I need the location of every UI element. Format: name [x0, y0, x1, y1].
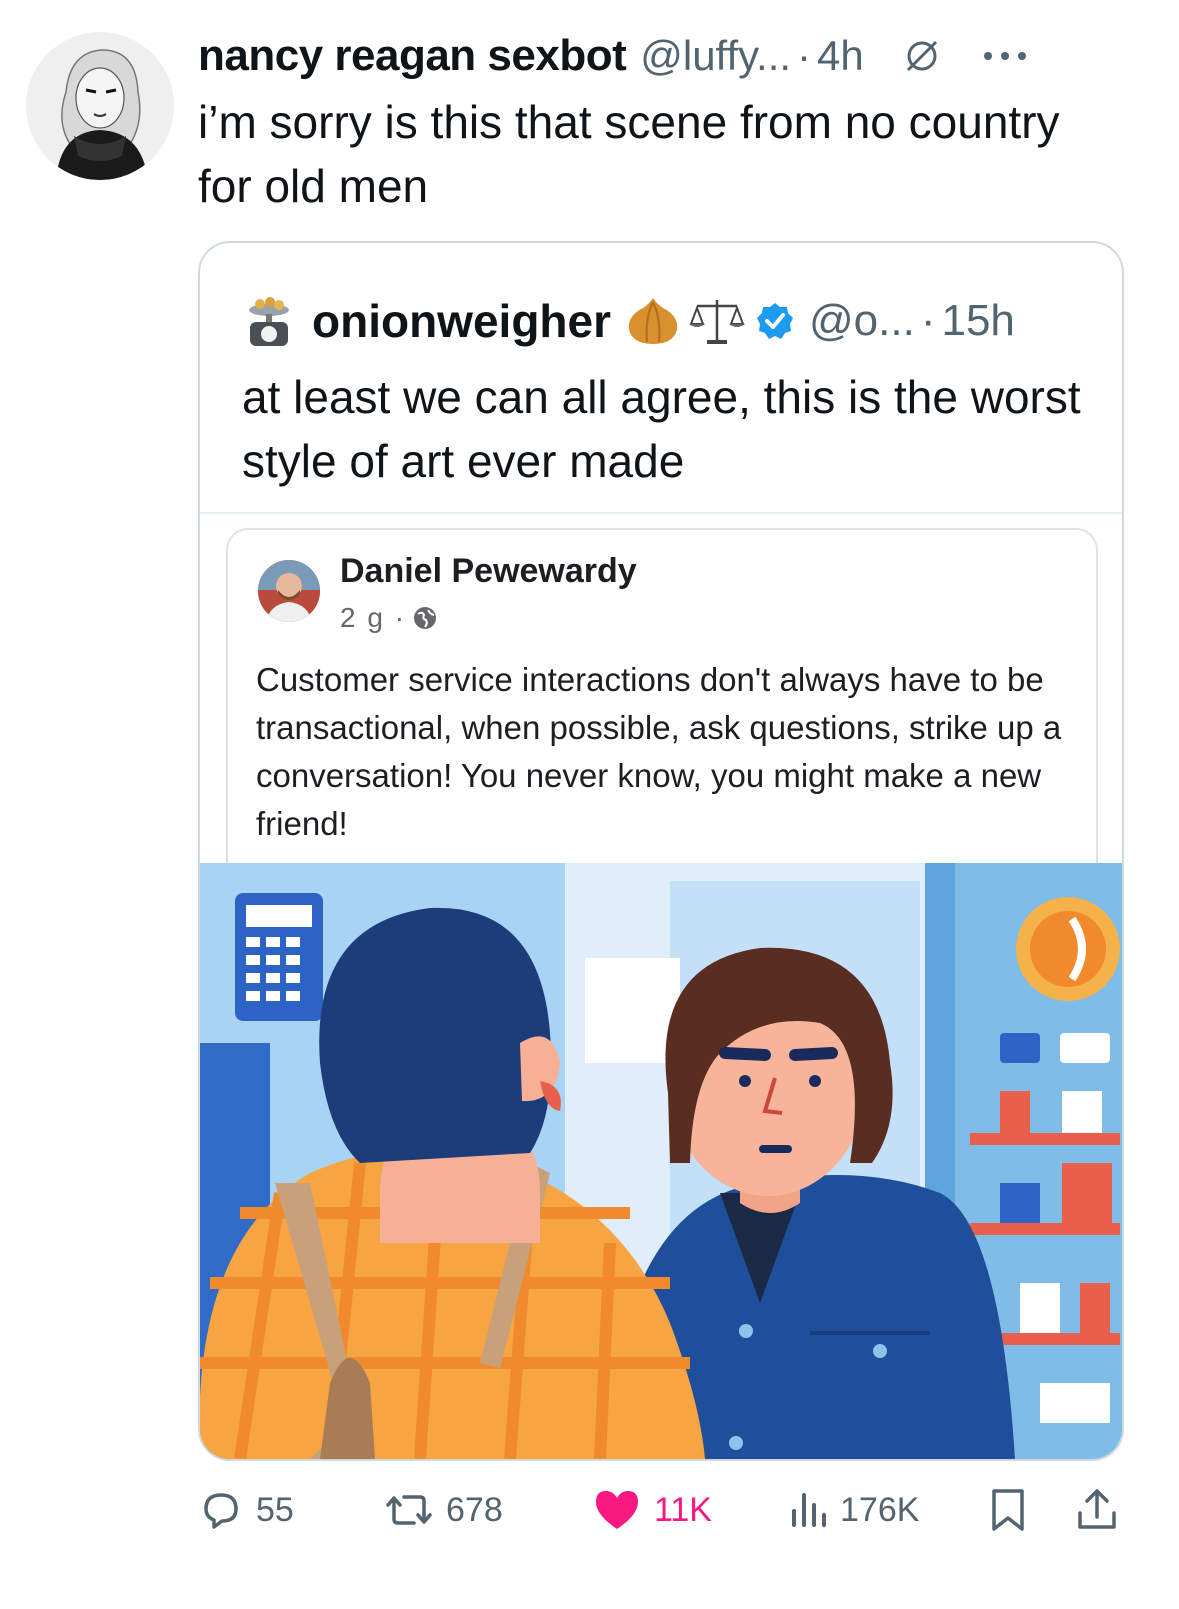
tweet-time[interactable]: 4h — [817, 32, 864, 80]
fb-post-meta: 2 g · — [340, 602, 438, 634]
fb-author-avatar — [258, 560, 320, 622]
share-icon — [1078, 1489, 1116, 1529]
reply-count: 55 — [256, 1490, 294, 1529]
tweet-actions: 55 678 11K 176K — [198, 1480, 1128, 1540]
scale-avatar-icon — [249, 297, 289, 346]
tweet-header: nancy reagan sexbot @luffy... · 4h — [198, 28, 1138, 84]
reply-icon — [204, 1493, 238, 1529]
tweet-text: i’m sorry is this that scene from no cou… — [198, 96, 1060, 212]
verified-badge-icon — [757, 303, 793, 339]
fb-post-time: 2 g · — [340, 602, 407, 633]
onion-emoji-icon — [628, 298, 678, 344]
bookmark-button[interactable] — [988, 1480, 1028, 1540]
globe-icon — [414, 607, 437, 629]
quoted-text: at least we can all agree, this is the w… — [242, 371, 1081, 487]
meta-separator: · — [797, 32, 812, 79]
fb-author-name: Daniel Pewewardy — [340, 552, 637, 590]
quoted-tweet[interactable]: onionweigher @o... · 15h at least we can… — [198, 241, 1124, 1461]
quoted-header: onionweigher @o... · 15h — [240, 291, 1015, 351]
share-button[interactable] — [1076, 1480, 1118, 1540]
author-avatar[interactable] — [26, 32, 174, 180]
author-name[interactable]: nancy reagan sexbot — [198, 31, 627, 81]
avatar-image — [26, 32, 174, 180]
quoted-handle[interactable]: @o... — [809, 296, 915, 346]
heart-icon — [596, 1491, 638, 1529]
repost-count: 678 — [446, 1490, 503, 1529]
views-count: 176K — [840, 1490, 920, 1529]
quoted-author-name[interactable]: onionweigher — [312, 294, 611, 348]
attached-illustration[interactable] — [200, 863, 1122, 1459]
views-icon — [792, 1493, 826, 1527]
repost-button[interactable]: 678 — [384, 1480, 503, 1540]
more-options-icon[interactable] — [980, 46, 1030, 66]
like-count: 11K — [654, 1490, 712, 1529]
repost-icon — [386, 1495, 432, 1525]
fb-avatar-image — [258, 560, 320, 622]
like-button[interactable]: 11K — [592, 1480, 712, 1540]
mute-icon[interactable] — [902, 36, 942, 76]
scales-emoji-icon — [689, 300, 745, 344]
quoted-separator: · — [920, 296, 936, 345]
views-button[interactable]: 176K — [788, 1480, 919, 1540]
quoted-divider — [200, 512, 1122, 514]
facebook-post-card: Daniel Pewewardy 2 g · Customer service … — [226, 528, 1098, 890]
quoted-time[interactable]: 15h — [941, 296, 1014, 346]
fb-post-text: Customer service interactions don't alwa… — [256, 661, 1062, 842]
author-handle[interactable]: @luffy... — [640, 32, 791, 80]
reply-button[interactable]: 55 — [198, 1480, 294, 1540]
bookmark-icon — [992, 1489, 1024, 1531]
